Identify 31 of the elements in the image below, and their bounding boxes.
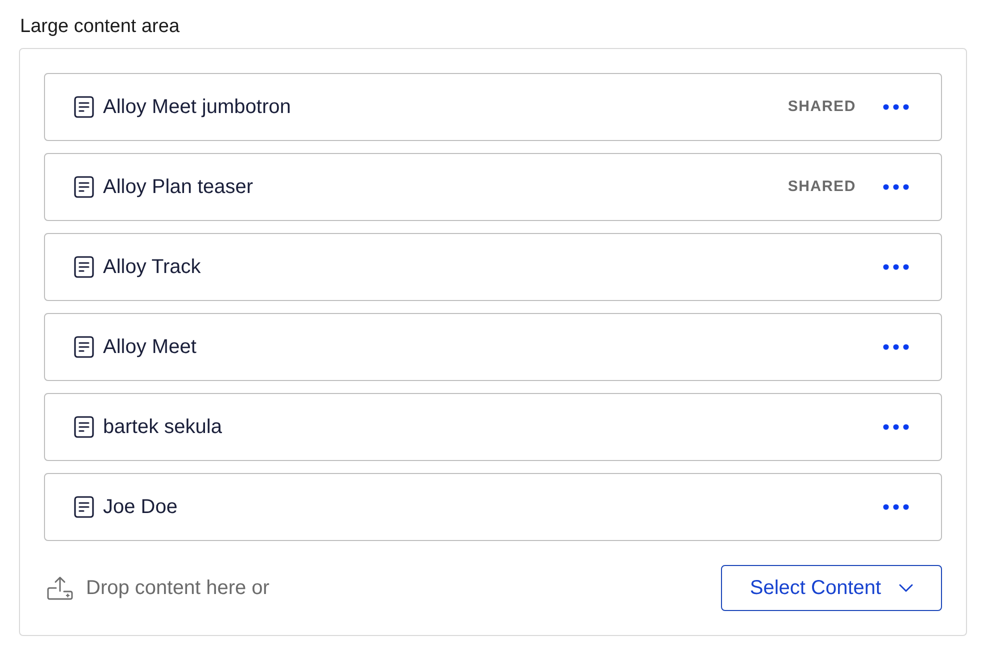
shared-label: SHARED	[788, 176, 856, 197]
item-title: Alloy Track	[103, 255, 201, 280]
document-icon	[74, 176, 94, 198]
section-label: Large content area	[19, 15, 180, 39]
item-title: Alloy Meet jumbotron	[103, 95, 291, 120]
item-title: Alloy Plan teaser	[103, 175, 254, 200]
document-icon	[74, 256, 94, 278]
more-horizontal-icon	[883, 504, 909, 510]
document-icon	[74, 416, 94, 438]
content-item[interactable]: bartek sekula	[44, 393, 942, 461]
more-horizontal-icon	[883, 104, 909, 110]
content-item[interactable]: Alloy Meet jumbotron SHARED	[44, 73, 942, 141]
document-icon	[74, 96, 94, 118]
document-icon	[74, 336, 94, 358]
content-item[interactable]: Joe Doe	[44, 473, 942, 541]
shared-label: SHARED	[788, 96, 856, 117]
drop-hint: Drop content here or	[86, 576, 270, 601]
document-icon	[74, 496, 94, 518]
item-title: bartek sekula	[103, 415, 222, 440]
item-title: Alloy Meet	[103, 335, 196, 360]
content-item[interactable]: Alloy Meet	[44, 313, 942, 381]
content-item[interactable]: Alloy Plan teaser SHARED	[44, 153, 942, 221]
item-title: Joe Doe	[103, 495, 178, 520]
content-item[interactable]: Alloy Track	[44, 233, 942, 301]
more-horizontal-icon	[883, 184, 909, 190]
select-content-button[interactable]: Select Content	[721, 565, 942, 611]
more-horizontal-icon	[883, 264, 909, 270]
more-horizontal-icon	[883, 424, 909, 430]
upload-icon	[47, 576, 73, 600]
chevron-down-icon	[899, 584, 914, 592]
more-horizontal-icon	[883, 344, 909, 350]
